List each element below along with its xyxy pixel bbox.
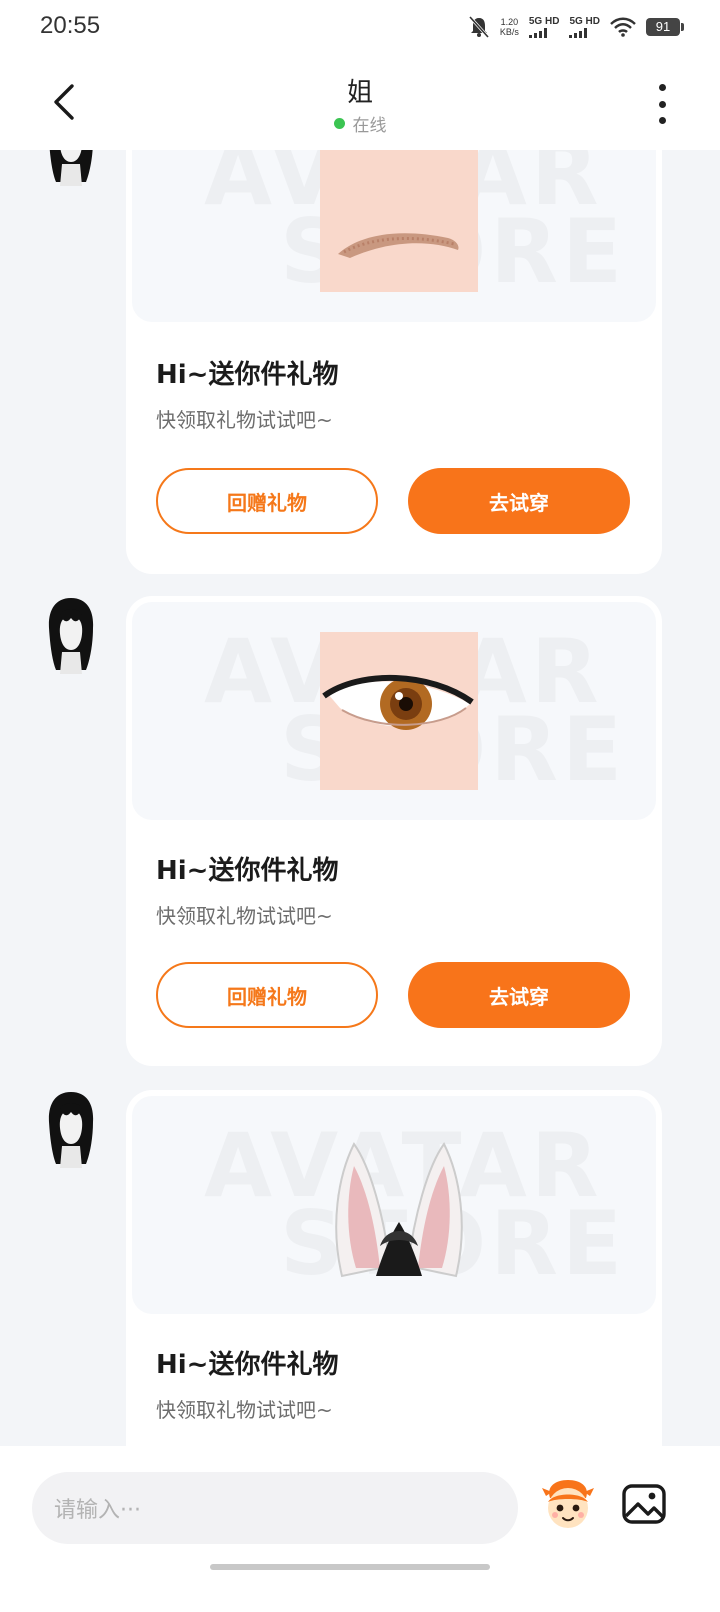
message-input[interactable]: 请输入··· xyxy=(32,1472,518,1544)
gift-title: Hi~送你件礼物 xyxy=(156,1350,339,1380)
sim1-label: 5G HD xyxy=(528,16,560,27)
status-icons: 1.20 KB/s 5G HD 5G HD 91 xyxy=(468,14,684,40)
contact-name: 姐 xyxy=(346,78,373,108)
net-speed-value: 1.20 xyxy=(500,17,519,27)
battery-icon: 91 xyxy=(646,18,684,36)
gift-message-card: AVATAR STORE Hi~送你件礼物 快领取礼物试试吧~ 回赠礼物 去试穿 xyxy=(126,98,662,574)
gift-message-card: AVATAR STORE Hi~送你件礼物 快领取礼物试试吧~ 回赠礼物 去试穿 xyxy=(126,596,662,1066)
online-status-label: 在线 xyxy=(352,116,387,136)
signal-sim1: 5G HD xyxy=(528,16,560,38)
wifi-icon xyxy=(610,17,636,37)
home-indicator[interactable] xyxy=(210,1564,490,1570)
return-gift-button[interactable]: 回赠礼物 xyxy=(156,468,378,534)
sender-avatar[interactable] xyxy=(44,594,98,674)
contact-info: 姐 在线 xyxy=(0,72,720,136)
more-vertical-icon[interactable] xyxy=(654,84,670,124)
net-speed-unit: KB/s xyxy=(499,27,519,37)
gift-image-area: AVATAR STORE xyxy=(132,602,656,820)
net-speed: 1.20 KB/s xyxy=(500,17,519,37)
chat-screen: AVATAR STORE Hi~送你件礼物 快领取礼物试试吧~ 回赠礼物 去试穿… xyxy=(0,0,720,1612)
signal-bars-icon xyxy=(569,28,588,38)
try-on-button[interactable]: 去试穿 xyxy=(408,962,630,1028)
eye-gift-image[interactable] xyxy=(320,632,478,790)
status-bar: 20:55 1.20 KB/s 5G HD 5G HD 91 xyxy=(0,0,720,54)
gift-title: Hi~送你件礼物 xyxy=(156,360,339,390)
message-input-bar: 请输入··· xyxy=(0,1446,720,1612)
eyebrow-gift-image[interactable] xyxy=(320,134,478,292)
gift-subtitle: 快领取礼物试试吧~ xyxy=(156,408,333,432)
sender-avatar[interactable] xyxy=(44,1088,98,1168)
mascot-sticker-icon[interactable] xyxy=(540,1476,596,1532)
sim2-label: 5G HD xyxy=(569,16,600,27)
signal-sim2: 5G HD xyxy=(569,16,600,38)
gift-image-area: AVATAR STORE xyxy=(132,1096,656,1314)
status-time: 20:55 xyxy=(40,12,101,39)
gift-subtitle: 快领取礼物试试吧~ xyxy=(156,1398,333,1422)
signal-bars-icon xyxy=(528,28,547,38)
gift-message-card: AVATAR STORE Hi~送你件礼物 快领取礼物试试吧~ xyxy=(126,1090,662,1490)
image-icon[interactable] xyxy=(620,1480,668,1528)
chat-header: 姐 在线 xyxy=(0,54,720,150)
mute-bell-icon xyxy=(468,15,489,39)
gift-title: Hi~送你件礼物 xyxy=(156,856,339,886)
online-status: 在线 xyxy=(0,111,720,136)
animal-ears-gift-image[interactable] xyxy=(320,1126,478,1284)
gift-subtitle: 快领取礼物试试吧~ xyxy=(156,904,333,928)
online-dot-icon xyxy=(333,118,345,129)
return-gift-button[interactable]: 回赠礼物 xyxy=(156,962,378,1028)
try-on-button[interactable]: 去试穿 xyxy=(408,468,630,534)
